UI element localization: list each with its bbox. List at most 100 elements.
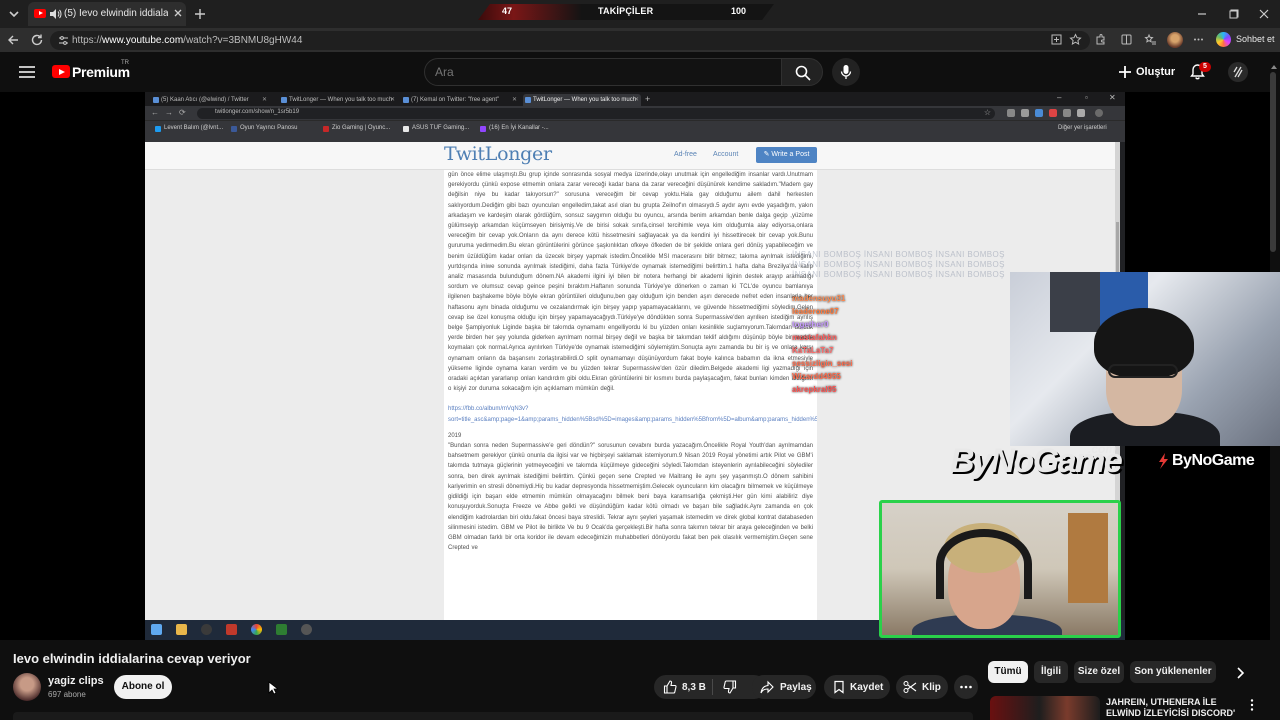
page-scrollbar[interactable] <box>1270 72 1276 252</box>
channel-avatar[interactable] <box>13 673 41 701</box>
inner-bookmark: Zio Gaming | Oyunc... <box>323 125 390 132</box>
speaker-icon[interactable] <box>48 7 62 21</box>
follower-goal: 100 <box>731 6 747 16</box>
inner-browser-tabs: (5) Kaan Atıcı (@elwind) / Twitter ✕ Twit… <box>145 92 1125 106</box>
clip-button[interactable]: Klip <box>896 675 948 699</box>
app-icon <box>276 624 287 635</box>
inner-extension-icon <box>1063 109 1071 117</box>
stream-chat-overlay: İNSANI BOMBOŞ İNSANI BOMBOŞ İNSANI BOMBO… <box>792 250 1004 400</box>
youtube-favicon-icon <box>34 9 46 18</box>
inner-star-icon: ☆ <box>983 108 991 117</box>
voice-search-button[interactable] <box>832 58 860 86</box>
inner-nav-icons: ←→⟳ <box>151 108 192 117</box>
favorites-icon[interactable] <box>1144 33 1157 46</box>
more-horizontal-icon <box>959 680 973 694</box>
search-box[interactable] <box>424 58 782 86</box>
save-button[interactable]: Kaydet <box>824 675 890 699</box>
reload-icon[interactable] <box>30 33 44 47</box>
inner-tab-label: TwitLonger — When you talk too much <box>289 97 393 103</box>
inner-extension-icon <box>1035 109 1043 117</box>
recommendation-thumbnail[interactable] <box>990 696 1100 720</box>
chevron-right-icon[interactable] <box>1232 665 1248 681</box>
subscriber-count: 697 abone <box>48 690 86 699</box>
chat-ghost-text: İNSANI BOMBOŞ İNSANI BOMBOŞ İNSANI BOMBO… <box>792 270 1005 279</box>
chat-username: madensuyu31 <box>792 294 846 303</box>
browser-tab-bar: (5) Ievo elwindin iddialarina cevap veri… <box>0 0 1280 28</box>
bookmark-star-icon[interactable] <box>1069 33 1082 46</box>
clip-label: Klip <box>922 682 941 693</box>
inner-address-bar: ←→⟳ twitlonger.com/show/n_1sr5b19 ☆ <box>145 106 1125 120</box>
extensions-icon[interactable] <box>1094 33 1107 46</box>
twitlonger-adfree-link: Ad-free <box>674 151 697 158</box>
recommendation-title[interactable]: JAHREIN, UTHENERA İLE ELWİND İZLEYİCİSİ … <box>1106 697 1246 719</box>
microphone-icon <box>840 64 852 80</box>
search-button[interactable] <box>781 58 823 86</box>
tab-title: (5) Ievo elwindin iddialarina cevap veri… <box>64 8 168 19</box>
twitlonger-logo: TwitLonger <box>444 143 552 165</box>
file-explorer-icon <box>176 624 187 635</box>
scroll-up-icon[interactable] <box>1271 64 1277 70</box>
new-tab-icon[interactable] <box>192 6 208 22</box>
install-app-icon[interactable] <box>1050 33 1063 46</box>
tab-search-icon[interactable] <box>6 6 22 22</box>
search-icon <box>795 65 811 81</box>
chat-username: together0 <box>792 320 829 329</box>
site-info-icon[interactable] <box>58 35 69 46</box>
more-actions-button[interactable] <box>954 675 978 699</box>
browser-profile-avatar[interactable] <box>1167 32 1183 48</box>
tab-close-icon[interactable] <box>172 7 184 19</box>
chip-related[interactable]: İlgili <box>1034 661 1068 683</box>
thumbs-up-icon <box>663 680 677 694</box>
video-player[interactable]: (5) Kaan Atıcı (@elwind) / Twitter ✕ Twit… <box>0 92 1280 640</box>
channel-name[interactable]: yagiz clips <box>48 675 104 687</box>
browser-menu-icon[interactable] <box>1192 33 1205 46</box>
more-vertical-icon[interactable] <box>1248 698 1256 712</box>
account-avatar[interactable] <box>1228 62 1248 82</box>
sponsor-overlay-suffix: .com <box>1088 442 1117 456</box>
window-close-icon[interactable] <box>1258 8 1270 20</box>
create-button[interactable]: Oluştur <box>1114 58 1178 86</box>
like-button[interactable]: 8,3 B <box>654 675 712 699</box>
chip-recent[interactable]: Son yüklenenler <box>1130 661 1216 683</box>
split-screen-icon[interactable] <box>1120 33 1133 46</box>
share-button[interactable]: Paylaş <box>752 675 816 699</box>
guest-webcam <box>879 500 1121 638</box>
mouse-cursor-icon <box>268 681 278 695</box>
thumbs-down-icon <box>723 680 737 694</box>
back-icon[interactable] <box>6 33 20 47</box>
notifications-button[interactable]: 5 <box>1186 60 1211 84</box>
menu-icon[interactable] <box>18 64 36 80</box>
chip-all[interactable]: Tümü <box>988 661 1028 683</box>
search-input[interactable] <box>435 65 765 79</box>
like-dislike-group: 8,3 B <box>654 675 766 699</box>
youtube-header: Premium TR Oluştur 5 <box>0 52 1280 92</box>
like-count: 8,3 B <box>682 682 706 693</box>
inner-bookmark: Oyun Yayıncı Panosu <box>231 125 297 132</box>
inner-extension-icon <box>1049 109 1057 117</box>
chat-username: akrepkral95 <box>792 385 837 394</box>
youtube-logo-icon[interactable] <box>52 65 70 78</box>
minimize-icon[interactable] <box>1196 8 1208 20</box>
windows-start-icon <box>151 624 162 635</box>
maximize-icon[interactable] <box>1228 8 1240 20</box>
url-field[interactable]: https://www.youtube.com/watch?v=3BNMU8gH… <box>50 31 1090 50</box>
inner-tab-active: TwitLonger — When you talk too much ✕ <box>523 94 641 106</box>
youtube-premium-logo[interactable]: Premium <box>72 64 130 80</box>
browser-tab-youtube[interactable]: (5) Ievo elwindin iddialarina cevap veri… <box>28 2 186 26</box>
chip-for-you[interactable]: Size özel <box>1074 661 1124 683</box>
inner-profile-icon <box>1095 109 1103 117</box>
inner-tab-label: (7) Kemal on Twitter: "free agent" <box>411 97 500 103</box>
copilot-chat-label[interactable]: Sohbet et <box>1236 34 1275 44</box>
twitlonger-article: gün önce elime ulaşmıştı.Bu grup içinde … <box>444 170 817 620</box>
app-icon <box>201 624 212 635</box>
inner-minimize-icon: – <box>1057 93 1062 102</box>
browser-address-bar: https://www.youtube.com/watch?v=3BNMU8gH… <box>0 28 1280 52</box>
twitlonger-write-button: ✎ Write a Post <box>756 147 817 163</box>
bookmark-icon <box>832 680 846 694</box>
article-year-heading: 2019 <box>448 432 462 439</box>
region-code: TR <box>121 60 129 66</box>
sponsor-brand-text: ByNoGame <box>1172 452 1255 469</box>
copilot-icon[interactable] <box>1216 32 1231 47</box>
chat-ghost-text: İNSANI BOMBOŞ İNSANI BOMBOŞ İNSANI BOMBO… <box>792 250 1005 259</box>
subscribe-button[interactable]: Abone ol <box>114 675 172 699</box>
